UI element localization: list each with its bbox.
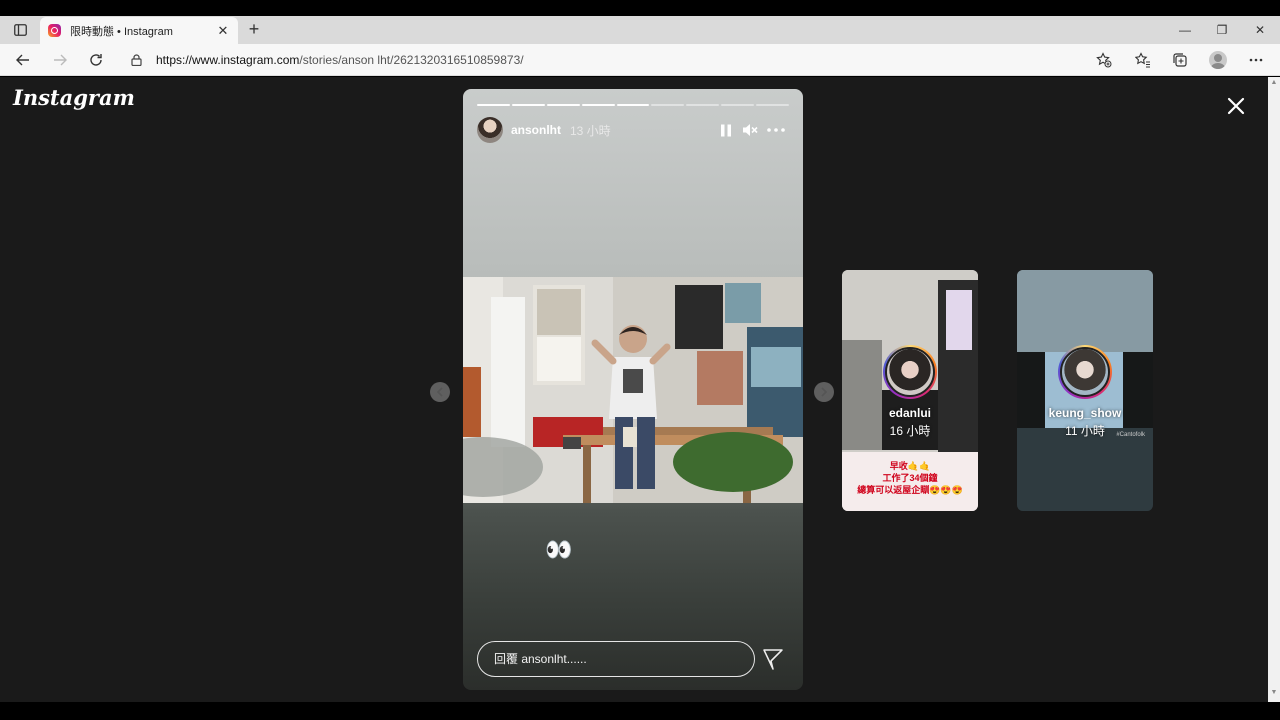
window-close-button[interactable]: ✕	[1241, 20, 1279, 40]
story-options-button[interactable]	[763, 119, 789, 141]
forward-button[interactable]	[48, 49, 72, 71]
pause-button[interactable]	[715, 119, 737, 141]
preview-hashtag: #Cantofolk	[1116, 432, 1145, 438]
instagram-favicon-icon	[48, 24, 61, 37]
story-emoji-sticker: 👀	[545, 537, 573, 562]
chevron-right-icon	[821, 387, 828, 397]
profile-button[interactable]	[1205, 49, 1231, 71]
back-arrow-icon	[16, 54, 29, 66]
progress-segment	[477, 104, 510, 106]
tab-close-icon[interactable]: ✕	[216, 23, 230, 38]
progress-segment	[546, 104, 580, 106]
muted-speaker-icon	[743, 124, 758, 136]
preview-timestamp: 16 小時	[889, 424, 931, 438]
story-photo	[463, 277, 803, 503]
refresh-icon	[90, 54, 102, 66]
reply-input[interactable]: 回覆 ansonlht......	[477, 641, 755, 677]
story-user-avatar[interactable]	[477, 117, 503, 143]
forward-arrow-icon	[54, 54, 67, 66]
keung-show-avatar	[1058, 345, 1112, 399]
story-timestamp: 13 小時	[570, 123, 611, 138]
settings-more-button[interactable]	[1243, 49, 1269, 71]
tab-actions-icon	[13, 24, 27, 36]
scroll-down-icon[interactable]: ▼	[1270, 689, 1278, 699]
favorites-icon	[1135, 52, 1150, 68]
bottom-black-bar	[0, 702, 1280, 720]
caption-line: 總算可以返屋企瞓😍😍😍	[857, 485, 963, 495]
more-horizontal-icon	[1249, 58, 1263, 62]
progress-segment	[511, 104, 545, 106]
collections-button[interactable]	[1167, 49, 1193, 71]
progress-segment	[616, 104, 650, 106]
chevron-left-icon	[436, 387, 443, 397]
instagram-story-viewer: Instagram ansonlht 13 小時 👀 回覆 ansonlht..…	[0, 77, 1268, 702]
minimize-button[interactable]: —	[1166, 20, 1204, 40]
pause-icon	[721, 124, 731, 136]
close-icon	[1227, 97, 1245, 115]
story-header: ansonlht 13 小時	[477, 116, 789, 144]
more-horizontal-icon	[767, 128, 785, 132]
back-button[interactable]	[11, 49, 35, 71]
send-message-button[interactable]	[761, 647, 785, 671]
top-black-bar	[0, 0, 1280, 16]
previous-story-button[interactable]	[430, 382, 450, 402]
caption-line: 早收🤙🤙	[889, 461, 931, 471]
preview-username: edanlui	[888, 406, 931, 420]
next-story-preview-keung-show[interactable]: keung_show 11 小時 #Cantofolk	[1017, 270, 1153, 511]
preview-caption: 早收🤙🤙 工作了34個鐘 總算可以返屋企瞓😍😍😍	[850, 460, 970, 496]
address-bar: https://www.instagram.com/stories/anson …	[0, 44, 1280, 76]
unmute-button[interactable]	[739, 119, 761, 141]
story-username[interactable]: ansonlht	[511, 123, 561, 137]
tab-instagram[interactable]: 限時動態 • Instagram ✕	[40, 17, 238, 44]
refresh-button[interactable]	[84, 49, 108, 71]
progress-segment	[686, 104, 720, 106]
favorites-button[interactable]	[1130, 49, 1156, 71]
scroll-up-icon[interactable]: ▲	[1270, 79, 1278, 89]
restore-button[interactable]: ❐	[1203, 20, 1241, 40]
next-story-button[interactable]	[814, 382, 834, 402]
url-field[interactable]: https://www.instagram.com/stories/anson …	[124, 47, 1090, 73]
star-add-icon	[1096, 52, 1112, 68]
page-scrollbar[interactable]: ▲ ▼	[1268, 77, 1280, 702]
caption-line: 工作了34個鐘	[882, 473, 938, 483]
new-tab-button[interactable]: +	[244, 19, 264, 39]
url-path: /stories/anson lht/2621320316510859873/	[299, 53, 524, 67]
progress-segment	[581, 104, 615, 106]
send-paper-plane-icon	[763, 649, 783, 670]
tab-actions-button[interactable]	[8, 20, 32, 40]
preview-username: keung_show	[1048, 406, 1122, 420]
next-story-preview-edanlui[interactable]: edanlui 16 小時 早收🤙🤙 工作了34個鐘 總算可以返屋企瞓😍😍😍	[842, 270, 978, 511]
add-favorite-button[interactable]	[1091, 49, 1117, 71]
lock-icon	[124, 54, 148, 66]
story-progress-bar	[477, 104, 790, 106]
collections-icon	[1173, 53, 1187, 67]
progress-segment	[721, 104, 755, 106]
profile-avatar-icon	[1209, 51, 1227, 69]
progress-segment	[756, 104, 790, 106]
instagram-logo[interactable]: Instagram	[13, 85, 135, 110]
url-host: https://www.instagram.com	[156, 53, 300, 67]
tab-title: 限時動態 • Instagram	[70, 25, 173, 38]
edanlui-avatar	[883, 345, 937, 399]
progress-segment	[651, 104, 685, 106]
story-card[interactable]: ansonlht 13 小時 👀 回覆 ansonlht......	[463, 89, 803, 690]
close-story-viewer-button[interactable]	[1224, 94, 1248, 118]
tab-bar: 限時動態 • Instagram ✕ + — ❐ ✕	[0, 16, 1280, 44]
